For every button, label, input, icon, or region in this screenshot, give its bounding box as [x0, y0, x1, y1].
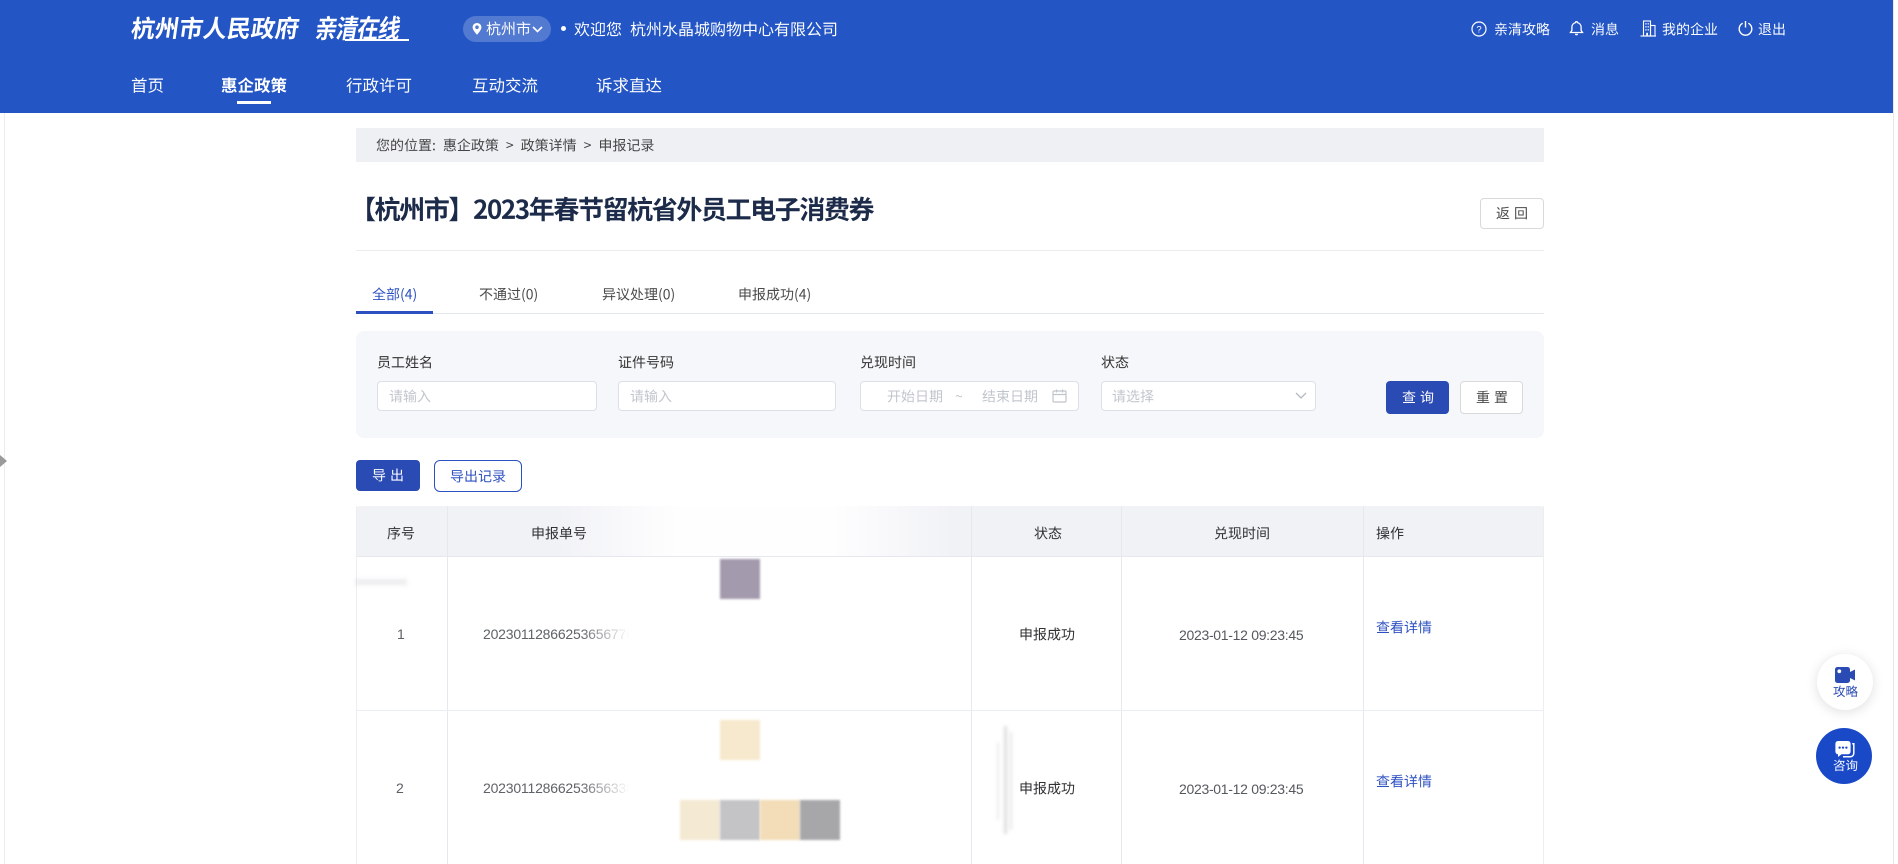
- svg-text:?: ?: [1476, 24, 1481, 35]
